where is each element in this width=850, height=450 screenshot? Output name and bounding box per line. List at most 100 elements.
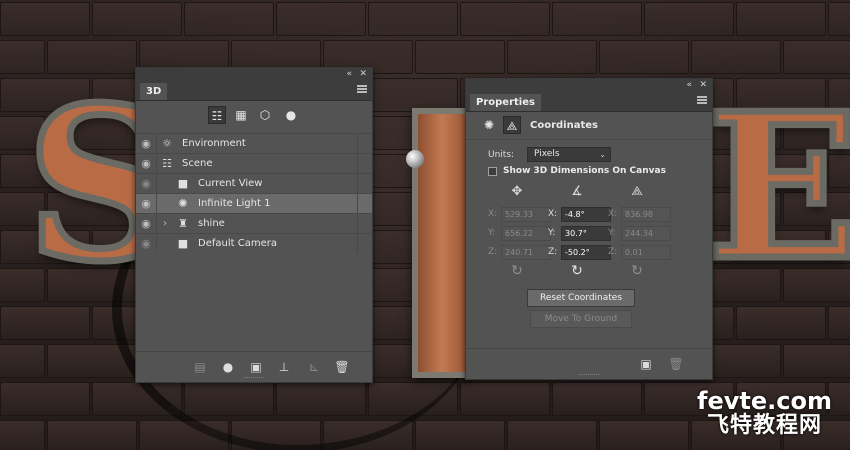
coordinates-icon[interactable]: ⟁ — [503, 116, 521, 134]
axis-label: X: — [488, 209, 498, 219]
axis-label: Z: — [488, 247, 498, 257]
eye-visibility-icon[interactable]: ◉ — [136, 154, 157, 173]
scene-item-label: Environment — [182, 138, 246, 149]
trash-button[interactable]: 🗑 — [668, 356, 684, 372]
properties-header: ✺ ⟁ Coordinates — [466, 112, 712, 140]
chevron-down-icon: ⌄ — [599, 150, 606, 159]
rotation-field[interactable]: -4.8° — [561, 207, 611, 222]
close-icon[interactable]: ✕ — [359, 68, 367, 80]
trash-icon: 🗑 — [668, 357, 684, 371]
infinite-light-icon[interactable]: ✺ — [480, 116, 498, 134]
double-chevron-left-icon[interactable]: « — [346, 68, 352, 80]
position-field[interactable]: 529.33 — [501, 207, 551, 222]
axis-label: Y: — [548, 228, 556, 238]
tab-3d[interactable]: 3D — [140, 83, 168, 100]
scale-field[interactable]: 0.01 — [621, 245, 671, 260]
eye-visibility-icon[interactable]: ◉ — [136, 214, 157, 233]
light-widget-sphere[interactable] — [406, 150, 424, 168]
reset-coordinates-button[interactable]: Reset Coordinates — [527, 289, 635, 307]
close-icon[interactable]: ✕ — [699, 79, 707, 91]
scene-item-label: Current View — [198, 178, 263, 189]
reset-scale-icon[interactable]: ↻ — [629, 263, 645, 279]
infinite-light-icon: ✺ — [178, 197, 188, 210]
panel-footer: ▤ ● ▣ ⊥ ⊾ 🗑 — [136, 351, 372, 382]
scene-item-label: Default Camera — [198, 238, 277, 249]
camera-icon: ■ — [177, 237, 189, 250]
row-divider — [357, 174, 358, 193]
drop-to-ground-button[interactable]: ⊥ — [276, 359, 292, 375]
reset-position-icon[interactable]: ↻ — [509, 263, 525, 279]
scale-field[interactable]: 836.98 — [621, 207, 671, 222]
filter-materials[interactable]: ⬡ — [256, 106, 274, 124]
double-chevron-left-icon[interactable]: « — [686, 79, 692, 91]
filter-whole-scene[interactable]: ☷ — [208, 106, 226, 124]
watermark-url: fevte.com — [697, 387, 832, 415]
light-bulb-icon: ● — [222, 360, 234, 374]
scene-item[interactable]: ◉ › ♜ shine — [136, 213, 372, 233]
light-bulb-icon: ● — [285, 108, 297, 122]
scene-item[interactable]: ◉ ✺ Infinite Light 1 — [136, 193, 372, 213]
watermark: fevte.com 飞特教程网 — [697, 388, 832, 438]
scale-icon: ⟁ — [631, 184, 643, 199]
units-dropdown[interactable]: Pixels ⌄ — [527, 147, 611, 162]
scale-field[interactable]: 244.34 — [621, 226, 671, 241]
watermark-chinese: 飞特教程网 — [707, 413, 823, 438]
delete-button[interactable]: 🗑 — [334, 359, 350, 375]
scene-item[interactable]: ◉ ☼ Environment — [136, 133, 372, 153]
panel-footer: ▣ 🗑 — [466, 348, 712, 379]
material-button[interactable]: ▣ — [638, 356, 654, 372]
panel-menu-icon[interactable] — [357, 85, 367, 93]
row-divider — [357, 194, 358, 213]
document-canvas[interactable]: S E fevte.com 飞特教程网 — [0, 0, 850, 450]
section-title: Coordinates — [530, 120, 598, 131]
position-field[interactable]: 656.22 — [501, 226, 551, 241]
artwork-letter-h — [412, 108, 472, 378]
row-divider — [357, 234, 358, 253]
render-button[interactable]: ▤ — [192, 359, 208, 375]
scene-list: ◉ ☼ Environment ◉ ☷ Scene ◉ ■ Current View ◉ ✺ Infi… — [136, 133, 372, 253]
scene-tree-icon: ☷ — [211, 109, 223, 123]
row-divider — [357, 214, 358, 233]
panel-menu-icon[interactable] — [697, 96, 707, 104]
eye-visibility-icon[interactable]: ◉ — [136, 194, 157, 213]
constraint-icon: ⊾ — [308, 360, 320, 374]
add-constraint-button[interactable]: ⊾ — [306, 359, 322, 375]
axis-label: X: — [548, 209, 558, 219]
rotation-field[interactable]: 30.7° — [561, 226, 611, 241]
material-icon: ▣ — [640, 357, 652, 371]
scene-item-label: shine — [198, 218, 225, 229]
resize-grip[interactable] — [579, 374, 599, 378]
scene-item[interactable]: ◉ ■ Current View — [136, 173, 372, 193]
panel-topbar: « ✕ — [466, 79, 712, 91]
units-value: Pixels — [534, 149, 560, 159]
trash-icon: 🗑 — [334, 360, 350, 374]
material-icon: ⬡ — [259, 108, 271, 122]
move-to-ground-button[interactable]: Move To Ground — [530, 310, 632, 328]
tab-row: 3D — [136, 80, 372, 101]
show-dimensions-checkbox[interactable] — [488, 167, 497, 176]
panel-3d: « ✕ 3D ☷ ▦ ⬡ ● ◉ ☼ Environment ◉ ☷ Scene ◉ ■ Curren… — [135, 67, 373, 383]
scene-item-label: Scene — [182, 158, 213, 169]
tab-properties[interactable]: Properties — [470, 94, 541, 111]
filter-meshes[interactable]: ▦ — [232, 106, 250, 124]
panel-topbar: « ✕ — [136, 68, 372, 80]
row-divider — [357, 154, 358, 173]
rotation-field[interactable]: -50.2° — [561, 245, 611, 260]
resize-grip[interactable] — [244, 377, 264, 381]
add-material-button[interactable]: ▣ — [248, 359, 264, 375]
eye-visibility-icon[interactable]: ◉ — [136, 134, 157, 153]
chevron-right-icon[interactable]: › — [163, 214, 167, 233]
scene-item[interactable]: ◉ ☷ Scene — [136, 153, 372, 173]
ground-icon: ⊥ — [278, 360, 290, 374]
filter-lights[interactable]: ● — [282, 106, 300, 124]
scene-item[interactable]: ◉ ■ Default Camera — [136, 233, 372, 253]
eye-visibility-icon[interactable]: ◉ — [136, 174, 157, 193]
new-light-button[interactable]: ● — [220, 359, 236, 375]
filter-bar: ☷ ▦ ⬡ ● — [136, 101, 372, 131]
axis-label: Y: — [608, 228, 616, 238]
tab-row: Properties — [466, 91, 712, 112]
eye-visibility-icon[interactable]: ◉ — [136, 234, 157, 253]
axis-label: Y: — [488, 228, 496, 238]
position-field[interactable]: 240.71 — [501, 245, 551, 260]
reset-rotation-icon[interactable]: ↻ — [569, 263, 585, 279]
